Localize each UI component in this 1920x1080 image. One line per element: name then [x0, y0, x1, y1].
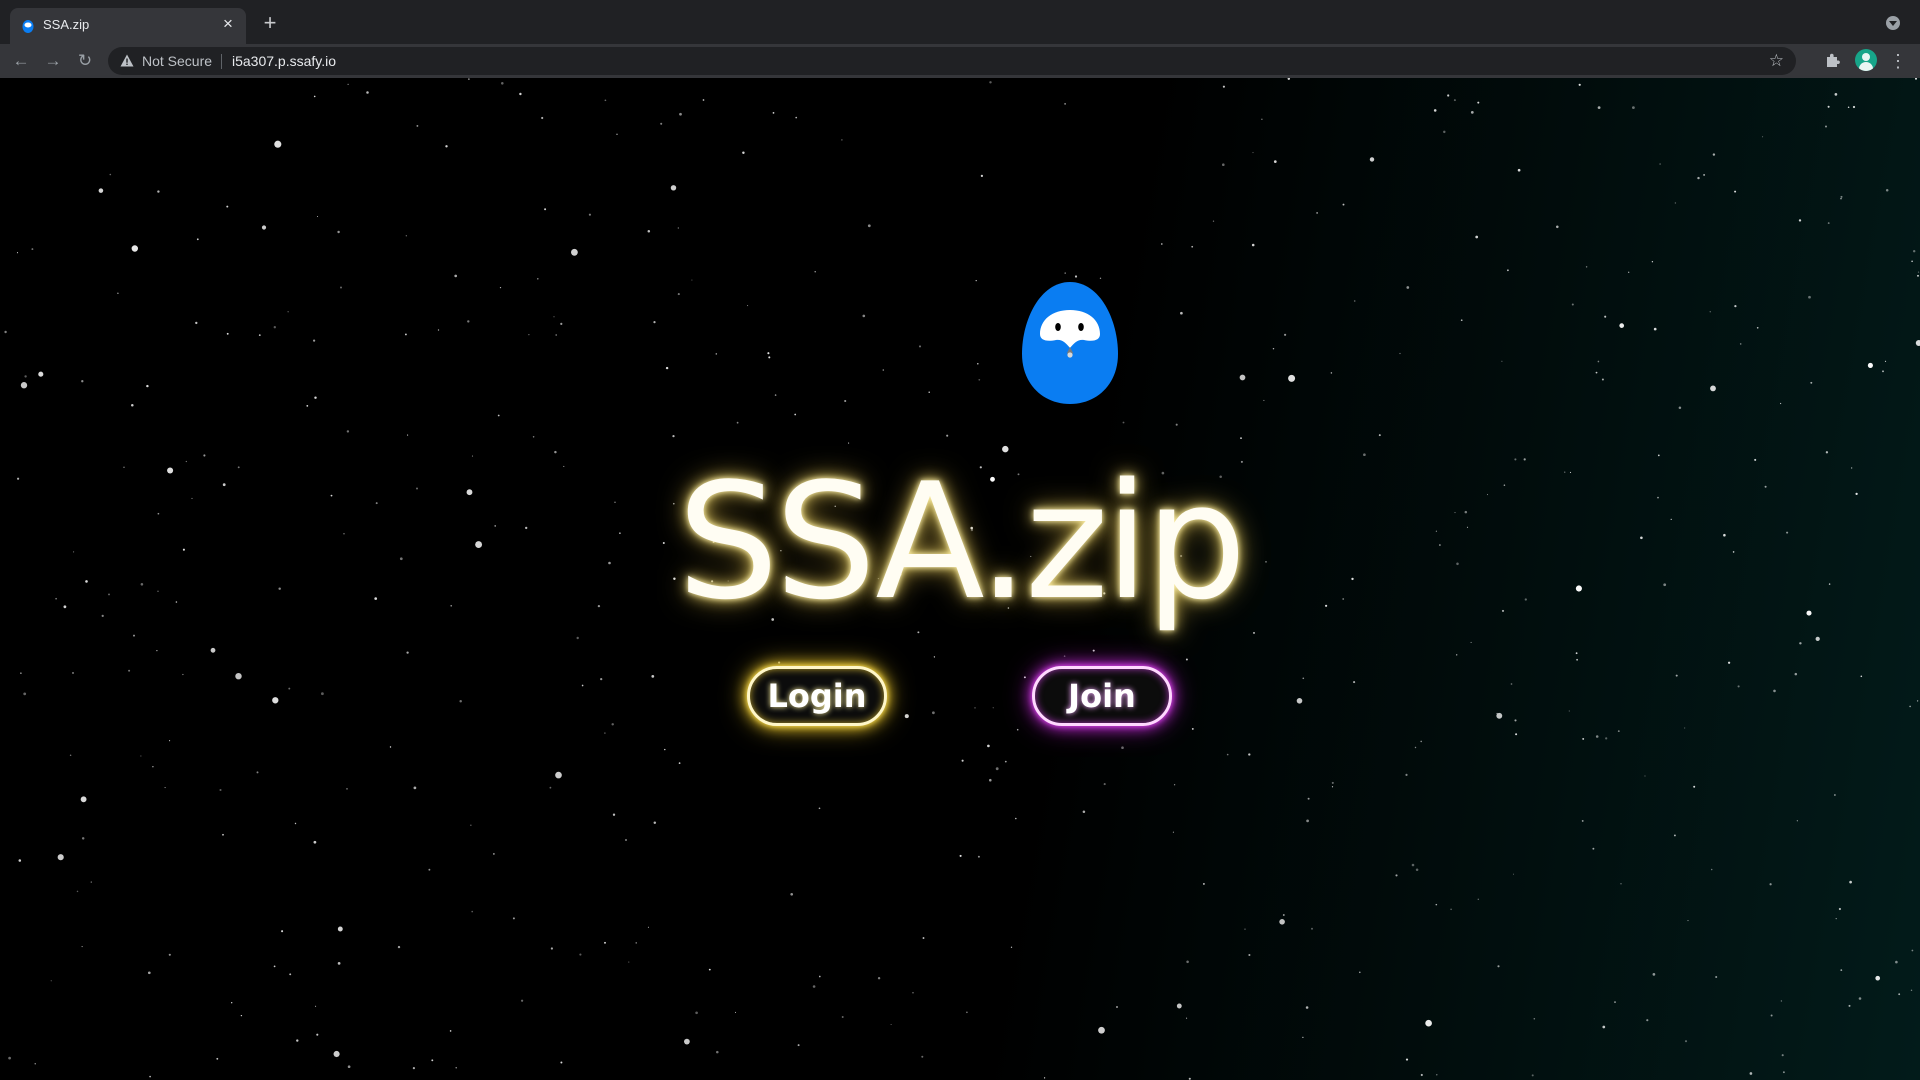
- login-button[interactable]: Login: [747, 666, 887, 726]
- bookmark-star-icon[interactable]: ☆: [1769, 51, 1784, 71]
- new-tab-icon[interactable]: +: [258, 12, 282, 36]
- browser-menu-icon[interactable]: ⋮: [1888, 50, 1908, 72]
- page-viewport: SSA.zip Login Join: [0, 78, 1920, 1080]
- address-divider: [221, 54, 222, 69]
- browser-tab-bar: SSA.zip × +: [0, 0, 1920, 44]
- browser-toolbar: ← → ↻ Not Secure i5a307.p.ssafy.io ☆ ⋮: [0, 44, 1920, 78]
- browser-tab[interactable]: SSA.zip ×: [10, 8, 246, 44]
- security-label[interactable]: Not Secure: [142, 53, 212, 69]
- mascot-logo: [1022, 282, 1118, 404]
- back-icon[interactable]: ←: [9, 49, 33, 73]
- tab-title: SSA.zip: [43, 17, 90, 32]
- reload-icon[interactable]: ↻: [73, 49, 97, 73]
- extensions-puzzle-icon[interactable]: [1824, 51, 1842, 69]
- join-button[interactable]: Join: [1032, 666, 1172, 726]
- profile-avatar[interactable]: [1855, 49, 1877, 71]
- forward-icon[interactable]: →: [41, 49, 65, 73]
- site-title: SSA.zip: [677, 448, 1247, 635]
- url-text[interactable]: i5a307.p.ssafy.io: [232, 53, 336, 69]
- warning-icon: [120, 54, 134, 67]
- tab-close-icon[interactable]: ×: [218, 14, 238, 34]
- address-bar[interactable]: Not Secure i5a307.p.ssafy.io ☆: [108, 47, 1796, 75]
- tab-search-icon[interactable]: [1886, 16, 1900, 30]
- ssafy-mascot-icon: [22, 20, 34, 33]
